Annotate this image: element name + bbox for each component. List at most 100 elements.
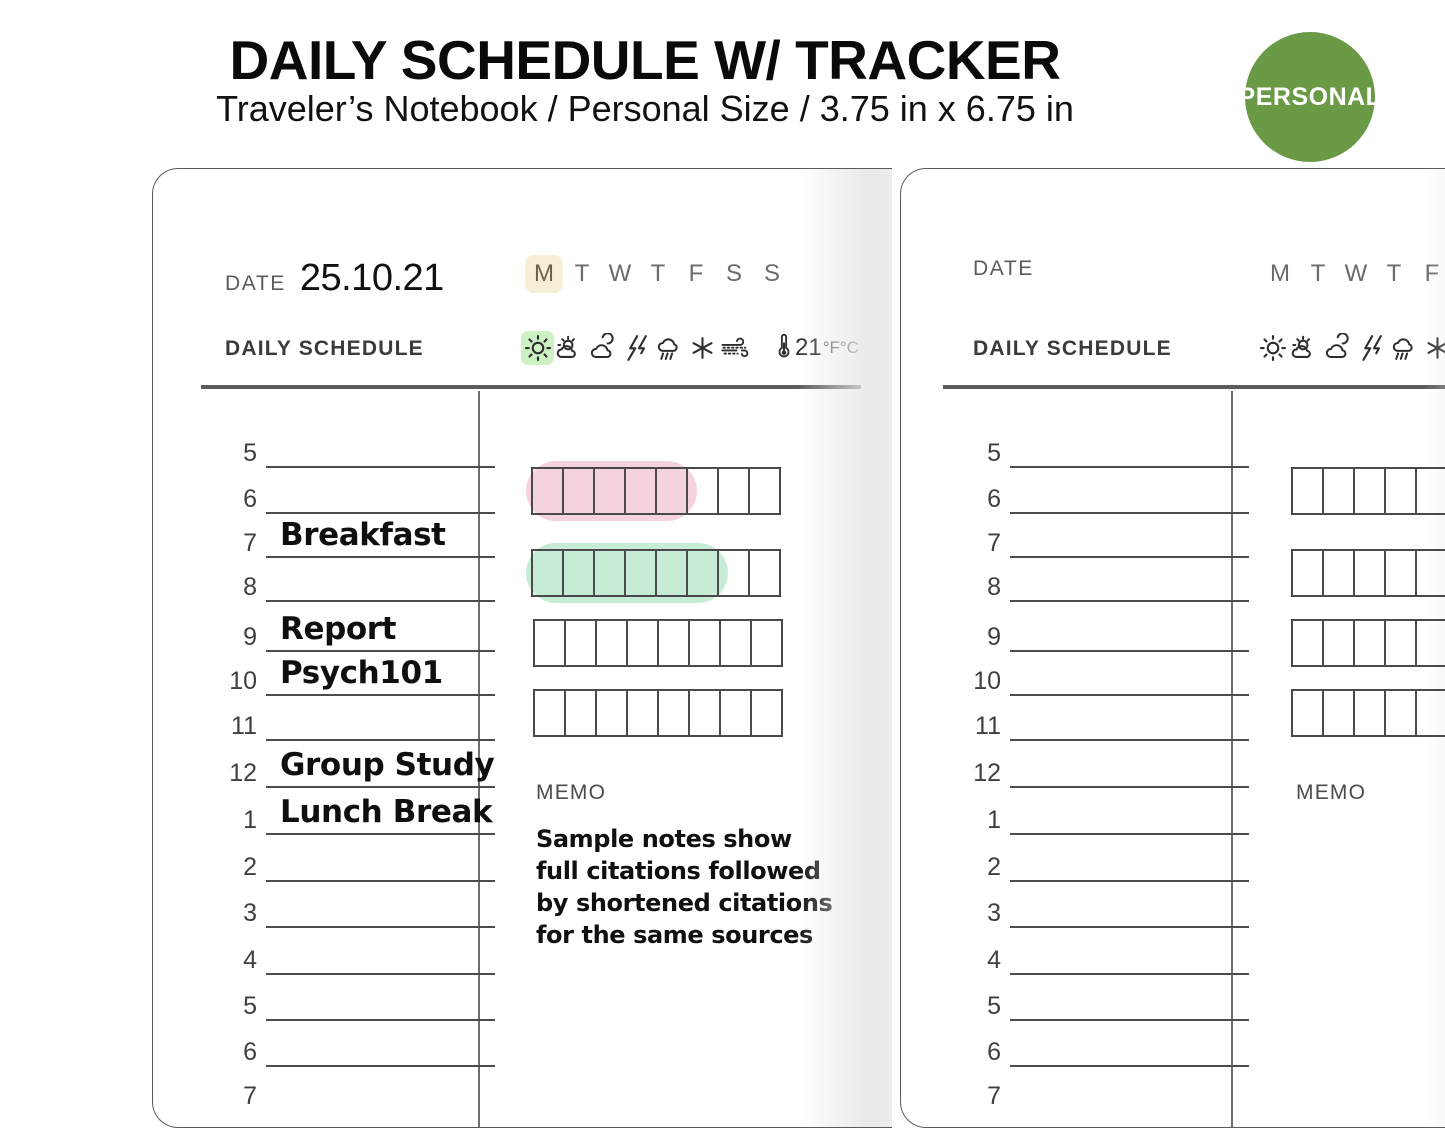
- tracker-box[interactable]: [750, 619, 783, 667]
- hour-write-line[interactable]: [1010, 694, 1249, 696]
- sun-icon[interactable]: [1256, 331, 1289, 365]
- snow-icon[interactable]: [686, 331, 719, 365]
- hour-write-line[interactable]: [1010, 650, 1249, 652]
- tracker-box[interactable]: [1353, 467, 1386, 515]
- tracker-box[interactable]: [1291, 689, 1324, 737]
- tracker-box[interactable]: [1353, 549, 1386, 597]
- sun-icon[interactable]: [521, 331, 554, 365]
- tracker-box[interactable]: [748, 467, 781, 515]
- partly-sunny-icon[interactable]: [554, 331, 587, 365]
- hour-write-line[interactable]: Lunch Break: [266, 794, 495, 835]
- tracker-box[interactable]: [1415, 619, 1445, 667]
- tracker-box[interactable]: [1415, 689, 1445, 737]
- hour-write-line[interactable]: Psych101: [266, 655, 495, 696]
- tracker-box[interactable]: [655, 467, 688, 515]
- tracker-box[interactable]: [717, 549, 750, 597]
- tracker-box[interactable]: [688, 689, 721, 737]
- tracker-box[interactable]: [533, 689, 566, 737]
- tracker-box[interactable]: [750, 689, 783, 737]
- tracker-box[interactable]: [1322, 467, 1355, 515]
- hour-write-line[interactable]: Report: [266, 611, 495, 652]
- tracker-box[interactable]: [1415, 549, 1445, 597]
- tracker-box[interactable]: [686, 549, 719, 597]
- tracker-box[interactable]: [564, 619, 597, 667]
- hour-write-line[interactable]: [1010, 600, 1249, 602]
- hour-write-line[interactable]: [1010, 556, 1249, 558]
- hour-write-line[interactable]: Group Study: [266, 747, 495, 788]
- tracker-box[interactable]: [562, 549, 595, 597]
- memo-text[interactable]: Sample notes show full citations followe…: [536, 824, 836, 952]
- tracker-box[interactable]: [1384, 467, 1417, 515]
- tracker-box[interactable]: [593, 467, 626, 515]
- tracker-box[interactable]: [719, 689, 752, 737]
- weekday-4[interactable]: F: [677, 255, 715, 293]
- lightning-icon[interactable]: [620, 331, 653, 365]
- tracker-box[interactable]: [748, 549, 781, 597]
- weekday-6[interactable]: S: [753, 255, 791, 293]
- weekday-2[interactable]: W: [601, 255, 639, 293]
- hour-entry[interactable]: Psych101: [280, 655, 443, 691]
- tracker-box[interactable]: [595, 619, 628, 667]
- tracker-box[interactable]: [1384, 549, 1417, 597]
- tracker-box[interactable]: [688, 619, 721, 667]
- hour-write-line[interactable]: [1010, 786, 1249, 788]
- date-value[interactable]: 25.10.21: [300, 257, 444, 300]
- tracker-box[interactable]: [657, 689, 690, 737]
- rain-icon[interactable]: [1388, 331, 1421, 365]
- hour-entry[interactable]: Group Study: [280, 747, 495, 783]
- cloud-icon[interactable]: [1322, 331, 1355, 365]
- tracker-box[interactable]: [655, 549, 688, 597]
- tracker-box[interactable]: [1291, 549, 1324, 597]
- weekday-5[interactable]: S: [715, 255, 753, 293]
- hour-entry[interactable]: Lunch Break: [280, 794, 493, 830]
- hour-write-line[interactable]: [1010, 466, 1249, 468]
- hour-write-line[interactable]: [1010, 833, 1249, 835]
- tracker-box[interactable]: [1384, 689, 1417, 737]
- tracker-box[interactable]: [1322, 619, 1355, 667]
- hour-write-line[interactable]: Breakfast: [266, 517, 495, 558]
- hour-entry[interactable]: Report: [280, 611, 396, 647]
- hour-write-line[interactable]: [266, 926, 495, 928]
- snow-icon[interactable]: [1421, 331, 1445, 365]
- tracker-box[interactable]: [562, 467, 595, 515]
- tracker-box[interactable]: [657, 619, 690, 667]
- wind-icon[interactable]: [719, 331, 752, 365]
- hour-write-line[interactable]: [266, 973, 495, 975]
- weekday-3[interactable]: T: [1375, 255, 1413, 293]
- hour-write-line[interactable]: [266, 880, 495, 882]
- tracker-box[interactable]: [531, 549, 564, 597]
- weekday-1[interactable]: T: [1299, 255, 1337, 293]
- weekday-0[interactable]: M: [1261, 255, 1299, 293]
- tracker-box[interactable]: [1353, 619, 1386, 667]
- hour-write-line[interactable]: [1010, 880, 1249, 882]
- tracker-box[interactable]: [717, 467, 750, 515]
- hour-write-line[interactable]: [266, 1019, 495, 1021]
- tracker-box[interactable]: [626, 689, 659, 737]
- weekday-0[interactable]: M: [525, 255, 563, 293]
- weekday-4[interactable]: F: [1413, 255, 1445, 293]
- tracker-box[interactable]: [1384, 619, 1417, 667]
- tracker-box[interactable]: [1322, 689, 1355, 737]
- hour-write-line[interactable]: [266, 1065, 495, 1067]
- hour-entry[interactable]: Breakfast: [280, 517, 446, 553]
- rain-icon[interactable]: [653, 331, 686, 365]
- hour-write-line[interactable]: [266, 512, 495, 514]
- weekday-3[interactable]: T: [639, 255, 677, 293]
- hour-write-line[interactable]: [1010, 1065, 1249, 1067]
- hour-write-line[interactable]: [1010, 512, 1249, 514]
- partly-sunny-icon[interactable]: [1289, 331, 1322, 365]
- hour-write-line[interactable]: [266, 739, 495, 741]
- tracker-box[interactable]: [624, 467, 657, 515]
- hour-write-line[interactable]: [1010, 1019, 1249, 1021]
- tracker-box[interactable]: [626, 619, 659, 667]
- cloud-icon[interactable]: [587, 331, 620, 365]
- hour-write-line[interactable]: [1010, 973, 1249, 975]
- tracker-box[interactable]: [595, 689, 628, 737]
- lightning-icon[interactable]: [1355, 331, 1388, 365]
- weekday-2[interactable]: W: [1337, 255, 1375, 293]
- tracker-box[interactable]: [564, 689, 597, 737]
- tracker-box[interactable]: [593, 549, 626, 597]
- tracker-box[interactable]: [533, 619, 566, 667]
- tracker-box[interactable]: [1415, 467, 1445, 515]
- temperature-field[interactable]: 21 °F°C: [774, 332, 859, 365]
